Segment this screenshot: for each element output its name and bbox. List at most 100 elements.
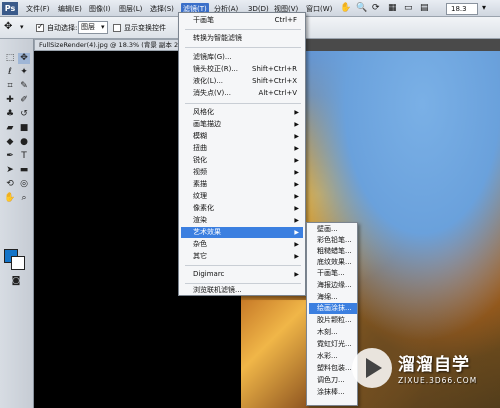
document-tab[interactable]: FullSizeRender(4).jpg @ 18.3% (背景 副本 2 <box>34 39 184 51</box>
menu-item-filter-gallery[interactable]: 滤镜库(G)... <box>181 52 303 63</box>
pen-tool-icon[interactable]: ✒ <box>4 151 16 162</box>
menu-image[interactable]: 图像(I) <box>89 3 111 15</box>
magic-wand-icon[interactable]: ✦ <box>18 67 30 78</box>
toolbox: ⬚ ✥ ℓ ✦ ⌗ ✎ ✚ ✐ ♣ ↺ ▰ ■ ◆ ● ✒ T ➤ ▬ ⟲ ◎ … <box>0 39 34 408</box>
3d-rotate-icon[interactable]: ⟲ <box>4 179 16 190</box>
menu-item-liquify[interactable]: 液化(L)... Shift+Ctrl+X <box>181 76 303 87</box>
submenu-arrow-icon: ▶ <box>294 133 299 140</box>
eyedropper-icon[interactable]: ✎ <box>18 81 30 92</box>
history-brush-icon[interactable]: ↺ <box>18 109 30 120</box>
type-tool-icon[interactable]: T <box>18 151 30 162</box>
menu-item-noise[interactable]: 杂色 ▶ <box>181 239 303 250</box>
move-tool-icon[interactable]: ✥ <box>4 21 12 32</box>
quick-mask-icon[interactable]: ◙ <box>10 276 22 287</box>
submenu-arrow-icon: ▶ <box>294 253 299 260</box>
3d-orbit-icon[interactable]: ◎ <box>18 179 30 190</box>
dodge-tool-icon[interactable]: ● <box>18 137 30 148</box>
submenu-item[interactable]: 塑料包装... <box>309 363 357 374</box>
submenu-arrow-icon: ▶ <box>294 205 299 212</box>
lasso-tool-icon[interactable]: ℓ <box>4 67 16 78</box>
submenu-item[interactable]: 水彩... <box>309 351 357 362</box>
zoom-icon[interactable]: 🔍 <box>356 3 367 13</box>
menu-item-texture[interactable]: 纹理 ▶ <box>181 191 303 202</box>
rotate-view-icon[interactable]: ⟳ <box>372 3 380 13</box>
submenu-arrow-icon: ▶ <box>294 229 299 236</box>
shape-tool-icon[interactable]: ▬ <box>18 165 30 176</box>
menu-item-digimarc[interactable]: Digimarc ▶ <box>181 269 303 280</box>
menu-item-sharpen[interactable]: 锐化 ▶ <box>181 155 303 166</box>
submenu-item[interactable]: 彩色铅笔... <box>309 235 357 246</box>
watermark-url: ZIXUE.3D66.COM <box>398 376 478 385</box>
hand-icon[interactable]: ✋ <box>340 3 351 13</box>
menu-select[interactable]: 选择(S) <box>150 3 174 15</box>
photoshop-logo: Ps <box>2 2 18 15</box>
zoom-dropdown-icon[interactable]: ▾ <box>482 3 486 12</box>
chevron-down-icon: ▾ <box>101 23 105 31</box>
submenu-item[interactable]: 涂抹棒... <box>309 387 357 398</box>
menu-item-brush-strokes[interactable]: 画笔描边 ▶ <box>181 119 303 130</box>
submenu-item[interactable]: 胶片颗粒... <box>309 315 357 326</box>
marquee-tool-icon[interactable]: ⬚ <box>4 53 16 64</box>
auto-select-checkbox[interactable] <box>36 22 44 32</box>
submenu-item[interactable]: 粗糙蜡笔... <box>309 246 357 257</box>
brush-tool-icon[interactable]: ✐ <box>18 95 30 106</box>
menu-item-convert-smart-filter[interactable]: 转换为智能滤镜 <box>181 33 303 44</box>
menu-window[interactable]: 窗口(W) <box>306 3 332 15</box>
submenu-item[interactable]: 海报边缘... <box>309 280 357 291</box>
auto-select-label: 自动选择: <box>47 24 78 32</box>
menu-edit[interactable]: 编辑(E) <box>58 3 82 15</box>
submenu-arrow-icon: ▶ <box>294 193 299 200</box>
menu-item-vanishing-point[interactable]: 消失点(V)... Alt+Ctrl+V <box>181 88 303 99</box>
submenu-item[interactable]: 海绵... <box>309 292 357 303</box>
menu-item-browse-online[interactable]: 浏览联机滤镜... <box>181 285 303 296</box>
menu-separator <box>185 47 301 48</box>
photo-layer-strip <box>241 300 309 408</box>
submenu-arrow-icon: ▶ <box>294 157 299 164</box>
menu-separator <box>185 265 301 266</box>
crop-tool-icon[interactable]: ⌗ <box>4 81 16 92</box>
submenu-arrow-icon: ▶ <box>294 109 299 116</box>
menu-item-lens-correction[interactable]: 镜头校正(R)... Shift+Ctrl+R <box>181 64 303 75</box>
submenu-arrow-icon: ▶ <box>294 145 299 152</box>
menu-item-render[interactable]: 渲染 ▶ <box>181 215 303 226</box>
watermark-title: 溜溜自学 <box>398 355 470 375</box>
menu-item-other[interactable]: 其它 ▶ <box>181 251 303 262</box>
submenu-item[interactable]: 干画笔... <box>309 268 357 279</box>
submenu-item-paint-daubs[interactable]: 绘画涂抹... <box>309 303 357 314</box>
hand-tool-icon[interactable]: ✋ <box>4 193 16 204</box>
submenu-item[interactable]: 底纹效果... <box>309 257 357 268</box>
submenu-item[interactable]: 调色刀... <box>309 375 357 386</box>
menu-layer[interactable]: 图层(L) <box>119 3 142 15</box>
menu-item-blur[interactable]: 模糊 ▶ <box>181 131 303 142</box>
tool-preset-dropdown-icon[interactable]: ▾ <box>20 23 24 31</box>
arrange-icon[interactable]: ▤ <box>420 3 429 13</box>
menu-item-sketch[interactable]: 素描 ▶ <box>181 179 303 190</box>
menu-item-stylize[interactable]: 风格化 ▶ <box>181 107 303 118</box>
eraser-icon[interactable]: ▰ <box>4 123 16 134</box>
submenu-item[interactable]: 霓虹灯光... <box>309 339 357 350</box>
blur-tool-icon[interactable]: ◆ <box>4 137 16 148</box>
clone-stamp-icon[interactable]: ♣ <box>4 109 16 120</box>
show-transform-checkbox[interactable] <box>113 24 121 32</box>
menu-file[interactable]: 文件(F) <box>26 3 50 15</box>
menu-item-pixelate[interactable]: 像素化 ▶ <box>181 203 303 214</box>
menu-item-last-filter[interactable]: 干画笔 Ctrl+F <box>181 15 303 26</box>
grid-icon[interactable]: ▦ <box>388 3 397 13</box>
zoom-tool-icon[interactable]: ⌕ <box>18 193 30 204</box>
path-selection-icon[interactable]: ➤ <box>4 165 16 176</box>
gradient-tool-icon[interactable]: ■ <box>18 123 30 134</box>
menu-separator <box>185 29 301 30</box>
menu-item-distort[interactable]: 扭曲 ▶ <box>181 143 303 154</box>
healing-brush-icon[interactable]: ✚ <box>4 95 16 106</box>
zoom-field[interactable]: 18.3 <box>446 3 478 15</box>
menu-item-artistic[interactable]: 艺术效果 ▶ <box>181 227 303 238</box>
background-color-swatch[interactable] <box>11 256 25 270</box>
show-transform-label: 显示变换控件 <box>124 24 166 32</box>
submenu-item[interactable]: 木刻... <box>309 327 357 338</box>
move-tool-icon[interactable]: ✥ <box>18 53 30 64</box>
submenu-arrow-icon: ▶ <box>294 121 299 128</box>
submenu-arrow-icon: ▶ <box>294 181 299 188</box>
screen-mode-icon[interactable]: ▭ <box>404 3 413 13</box>
submenu-item[interactable]: 壁画... <box>309 224 357 235</box>
menu-item-video[interactable]: 视频 ▶ <box>181 167 303 178</box>
